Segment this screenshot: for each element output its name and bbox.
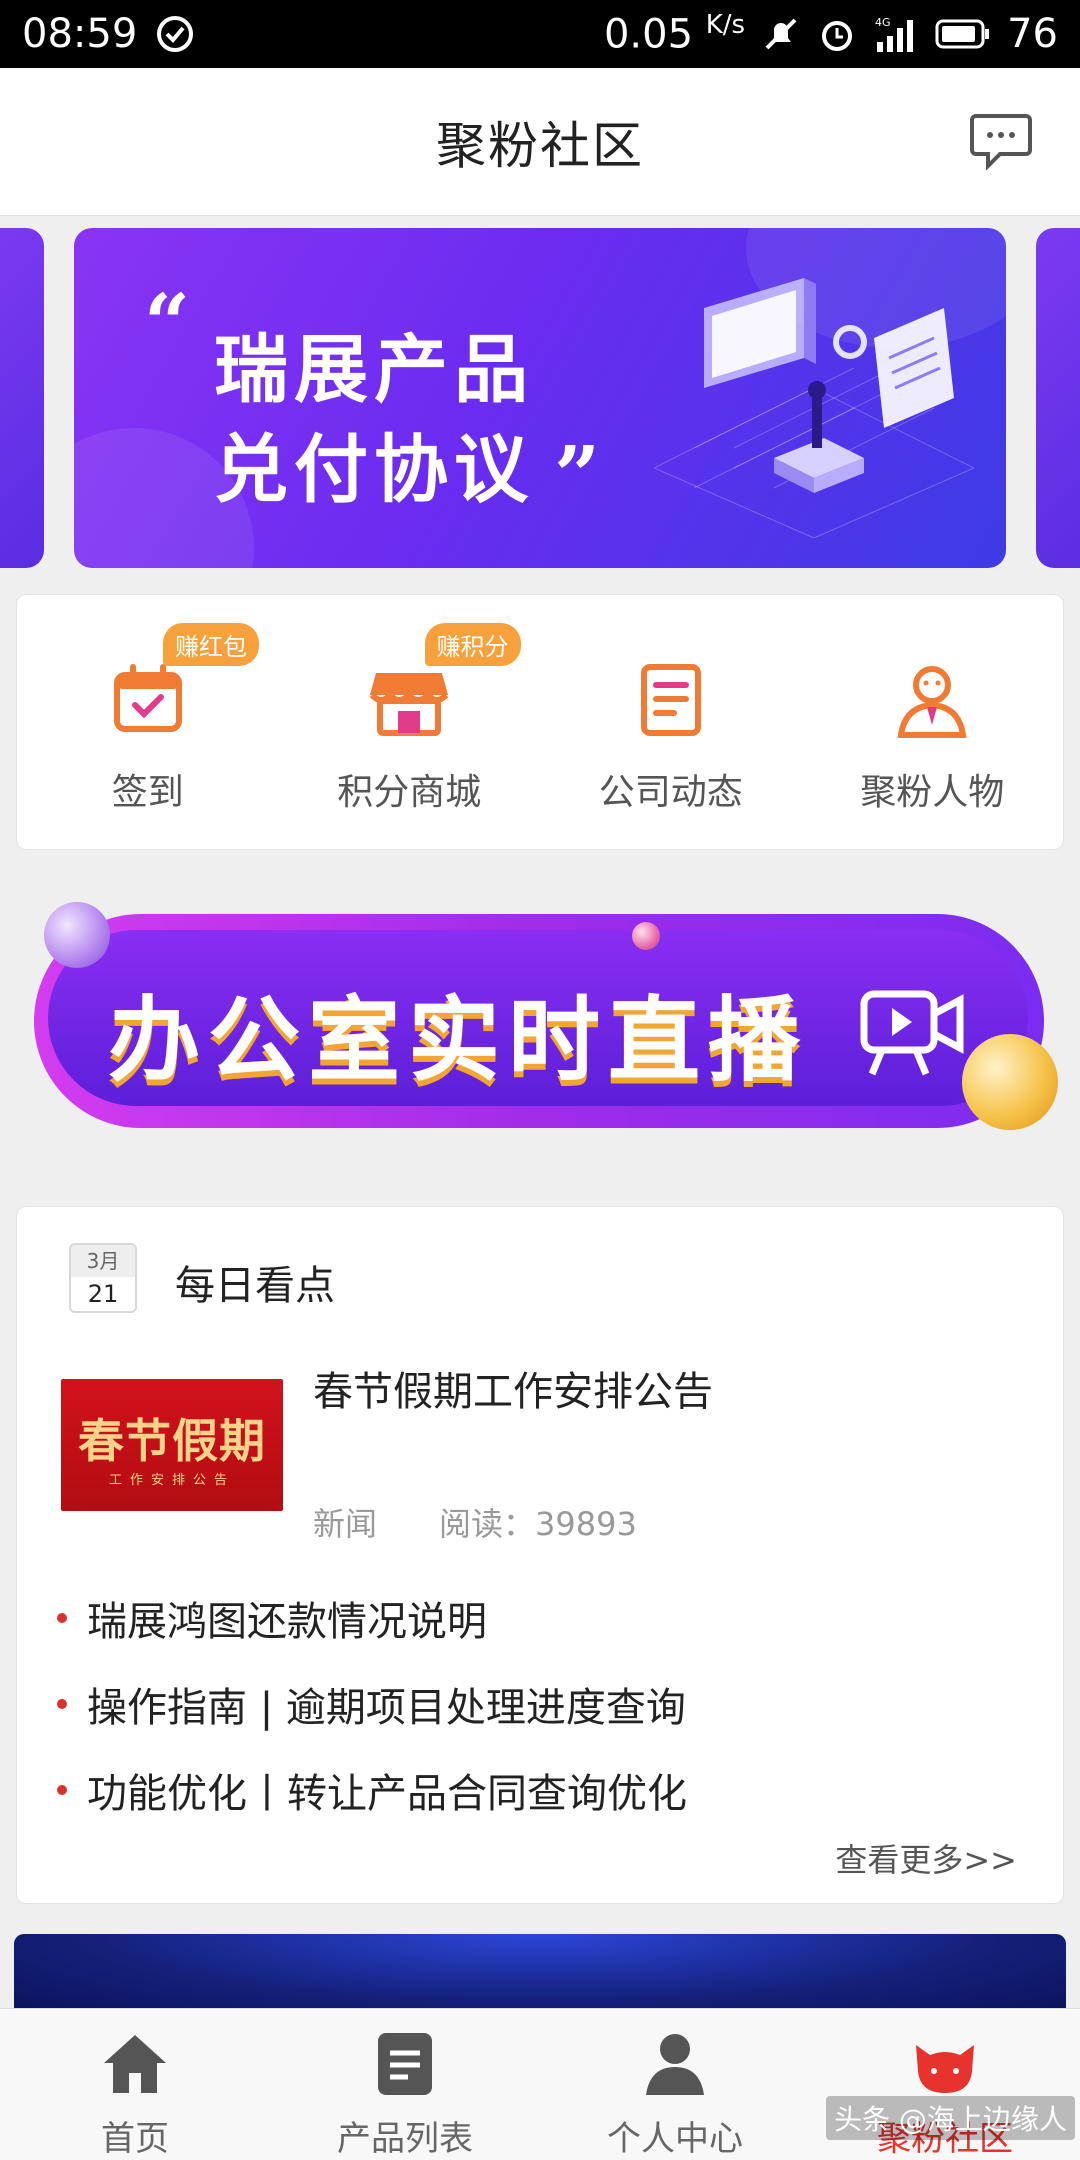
chat-bubble-icon[interactable]	[970, 112, 1032, 171]
tab-home[interactable]: 首页	[0, 2009, 270, 2160]
banner-next-card[interactable]	[1036, 228, 1080, 568]
menu-item-company-news[interactable]: 公司动态	[540, 595, 802, 849]
news-category: 新闻	[313, 1505, 378, 1543]
store-icon	[370, 673, 449, 736]
menu-item-points-mall[interactable]: 赚积分 积分商城	[279, 595, 541, 849]
featured-news-thumbnail[interactable]: 春节假期 工作安排公告	[61, 1379, 283, 1511]
close-quote-icon: ”	[554, 428, 601, 522]
banner-line1: 瑞展产品	[214, 327, 534, 413]
open-quote-icon: “	[144, 276, 191, 370]
video-camera-icon	[860, 990, 964, 1076]
banner-prev-card[interactable]	[0, 228, 44, 568]
menu-label: 签到	[111, 772, 184, 813]
news-list-item[interactable]: 操作指南 | 逾期项目处理进度查询	[57, 1661, 687, 1747]
battery-icon	[935, 17, 991, 51]
news-list-item[interactable]: 功能优化丨转让产品合同查询优化	[57, 1747, 687, 1833]
battery-level: 76	[1007, 10, 1058, 57]
banner-slide[interactable]: “ 瑞展产品 兑付协议 ”	[74, 228, 1006, 568]
network-speed: 0.05 K/s	[603, 10, 746, 58]
banner-carousel[interactable]: “ 瑞展产品 兑付协议 ”	[0, 228, 1080, 570]
home-icon	[104, 2035, 166, 2093]
news-list: 瑞展鸿图还款情况说明 操作指南 | 逾期项目处理进度查询 功能优化丨转让产品合同…	[57, 1575, 687, 1833]
menu-item-checkin[interactable]: 赚红包 签到	[17, 595, 279, 849]
banner-line2: 兑付协议	[214, 427, 534, 513]
decor-ball	[632, 922, 660, 950]
office-live-banner[interactable]: 办公室实时直播	[28, 900, 1058, 1150]
news-list-item[interactable]: 瑞展鸿图还款情况说明	[57, 1575, 687, 1661]
menu-label: 积分商城	[337, 772, 482, 813]
alarm-icon	[817, 14, 857, 54]
mute-bell-icon	[761, 14, 801, 54]
tab-personal-center[interactable]: 个人中心	[540, 2009, 810, 2160]
banner-illustration	[654, 278, 974, 538]
signal-icon: 4G	[873, 14, 919, 54]
title-bar: 聚粉社区	[0, 68, 1080, 216]
menu-item-people[interactable]: 聚粉人物	[802, 595, 1064, 849]
featured-news-meta: 新闻 阅读：39893	[313, 1499, 637, 1545]
quick-menu: 赚红包 签到 赚积分 积分商城 公司动态 聚粉人物	[16, 594, 1064, 850]
check-circle-icon	[155, 14, 195, 54]
status-time: 08:59	[22, 11, 138, 57]
daily-highlights-card: 3月 21 每日看点 春节假期 工作安排公告 春节假期工作安排公告 新闻 阅读：…	[16, 1206, 1064, 1904]
menu-tag: 赚积分	[424, 623, 521, 666]
person-icon	[897, 666, 967, 738]
document-icon	[640, 664, 701, 736]
menu-label: 聚粉人物	[860, 772, 1005, 813]
calendar-check-icon	[113, 664, 182, 732]
next-banner[interactable]	[14, 1934, 1066, 2014]
news-reads: 阅读：39893	[439, 1505, 637, 1543]
svg-text:4G: 4G	[875, 16, 891, 29]
menu-tag: 赚红包	[163, 623, 259, 666]
decor-ball	[44, 902, 110, 968]
user-icon	[646, 2034, 704, 2095]
list-icon	[378, 2033, 432, 2095]
menu-label: 公司动态	[598, 772, 743, 813]
status-bar: 08:59 0.05 K/s 4G 76	[0, 0, 1080, 68]
section-title: 每日看点	[175, 1263, 335, 1309]
cat-icon	[916, 2045, 974, 2093]
calendar-badge: 3月 21	[69, 1243, 137, 1313]
tab-product-list[interactable]: 产品列表	[270, 2009, 540, 2160]
view-more-link[interactable]: 查看更多>>	[835, 1835, 1017, 1881]
watermark-text: 头条 @海上边缘人	[826, 2096, 1075, 2140]
live-banner-text: 办公室实时直播	[108, 987, 809, 1094]
decor-ball	[962, 1034, 1058, 1130]
featured-news-title[interactable]: 春节假期工作安排公告	[313, 1359, 713, 1417]
page-title: 聚粉社区	[436, 116, 644, 175]
